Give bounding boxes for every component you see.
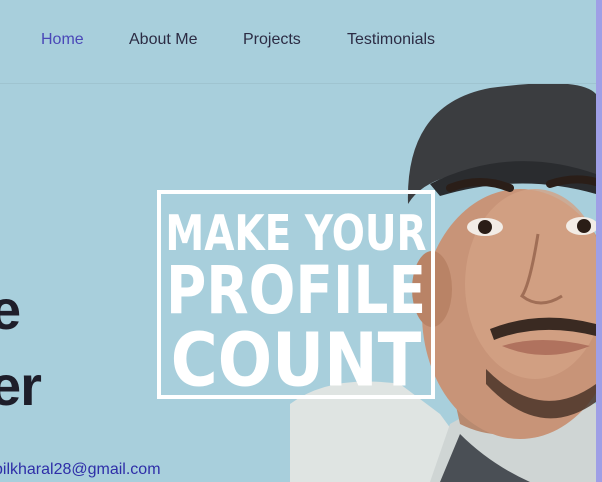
headline-line-2: er: [0, 354, 42, 417]
badge-line-count: COUNT: [170, 319, 422, 405]
window-edge: [596, 0, 602, 482]
profile-badge: MAKE YOUR PROFILE COUNT: [157, 190, 435, 404]
navbar: Home About Me Projects Testimonials: [0, 0, 596, 84]
nav-link-projects[interactable]: Projects: [243, 31, 301, 49]
badge-line-profile: PROFILE: [165, 252, 427, 329]
nav-link-testimonials[interactable]: Testimonials: [347, 31, 435, 49]
headline-line-1: e: [0, 278, 21, 341]
email-link[interactable]: bilkharal28@gmail.com: [0, 461, 161, 479]
hero-section: e er bilkharal28@gmail.com MAKE YOUR PRO…: [0, 84, 596, 482]
nav-link-home[interactable]: Home: [41, 31, 84, 49]
nav-link-about-me[interactable]: About Me: [129, 31, 197, 49]
